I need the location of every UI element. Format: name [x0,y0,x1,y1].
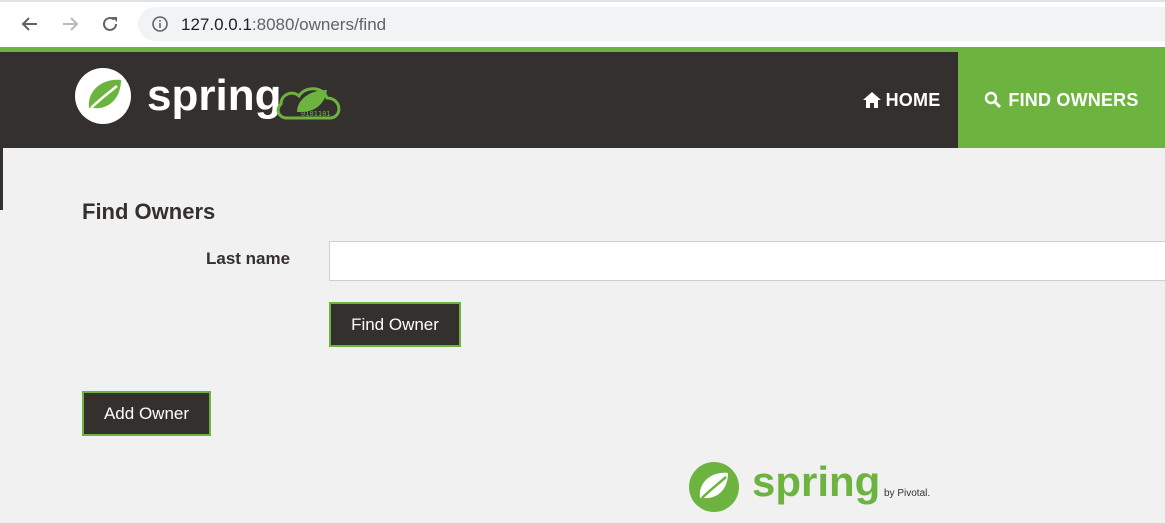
nav-find-owners-label: FIND OWNERS [1008,89,1139,110]
add-owner-button[interactable]: Add Owner [82,391,211,436]
navbar: spring 0101101 HOME FIND OWNERS [3,52,1165,148]
svg-text:spring: spring [147,71,281,120]
footer-byline: by Pivotal. [884,488,931,499]
last-name-label: Last name [206,249,291,268]
info-icon[interactable] [152,16,168,32]
url-path: :8080/owners/find [251,15,387,34]
svg-text:0101101: 0101101 [301,110,331,118]
home-icon [862,92,881,108]
nav-home-link[interactable]: HOME [841,52,961,148]
spring-logo[interactable]: spring 0101101 [75,66,365,128]
search-icon [985,91,1002,108]
arrow-right-icon [63,17,79,31]
arrow-left-icon [21,17,37,31]
page-title: Find Owners [82,199,216,224]
footer-spring-logo: spring by Pivotal. [688,458,948,518]
url-text: 127.0.0.1:8080/owners/find [181,15,386,35]
browser-toolbar: 127.0.0.1:8080/owners/find [0,0,1165,48]
spring-leaf-icon: spring 0101101 [75,68,341,124]
address-bar[interactable]: 127.0.0.1:8080/owners/find [138,7,1165,41]
nav-find-owners-link[interactable]: FIND OWNERS [958,52,1165,148]
reload-button[interactable] [96,10,124,38]
url-host: 127.0.0.1 [181,15,252,34]
find-owner-button[interactable]: Find Owner [329,302,461,347]
last-name-input[interactable] [329,241,1165,281]
reload-icon [103,16,117,31]
footer-brand: spring [752,458,881,505]
forward-button[interactable] [56,10,84,38]
back-button[interactable] [16,10,44,38]
tab-strip-edge [0,0,1165,2]
nav-home-label: HOME [885,89,941,110]
